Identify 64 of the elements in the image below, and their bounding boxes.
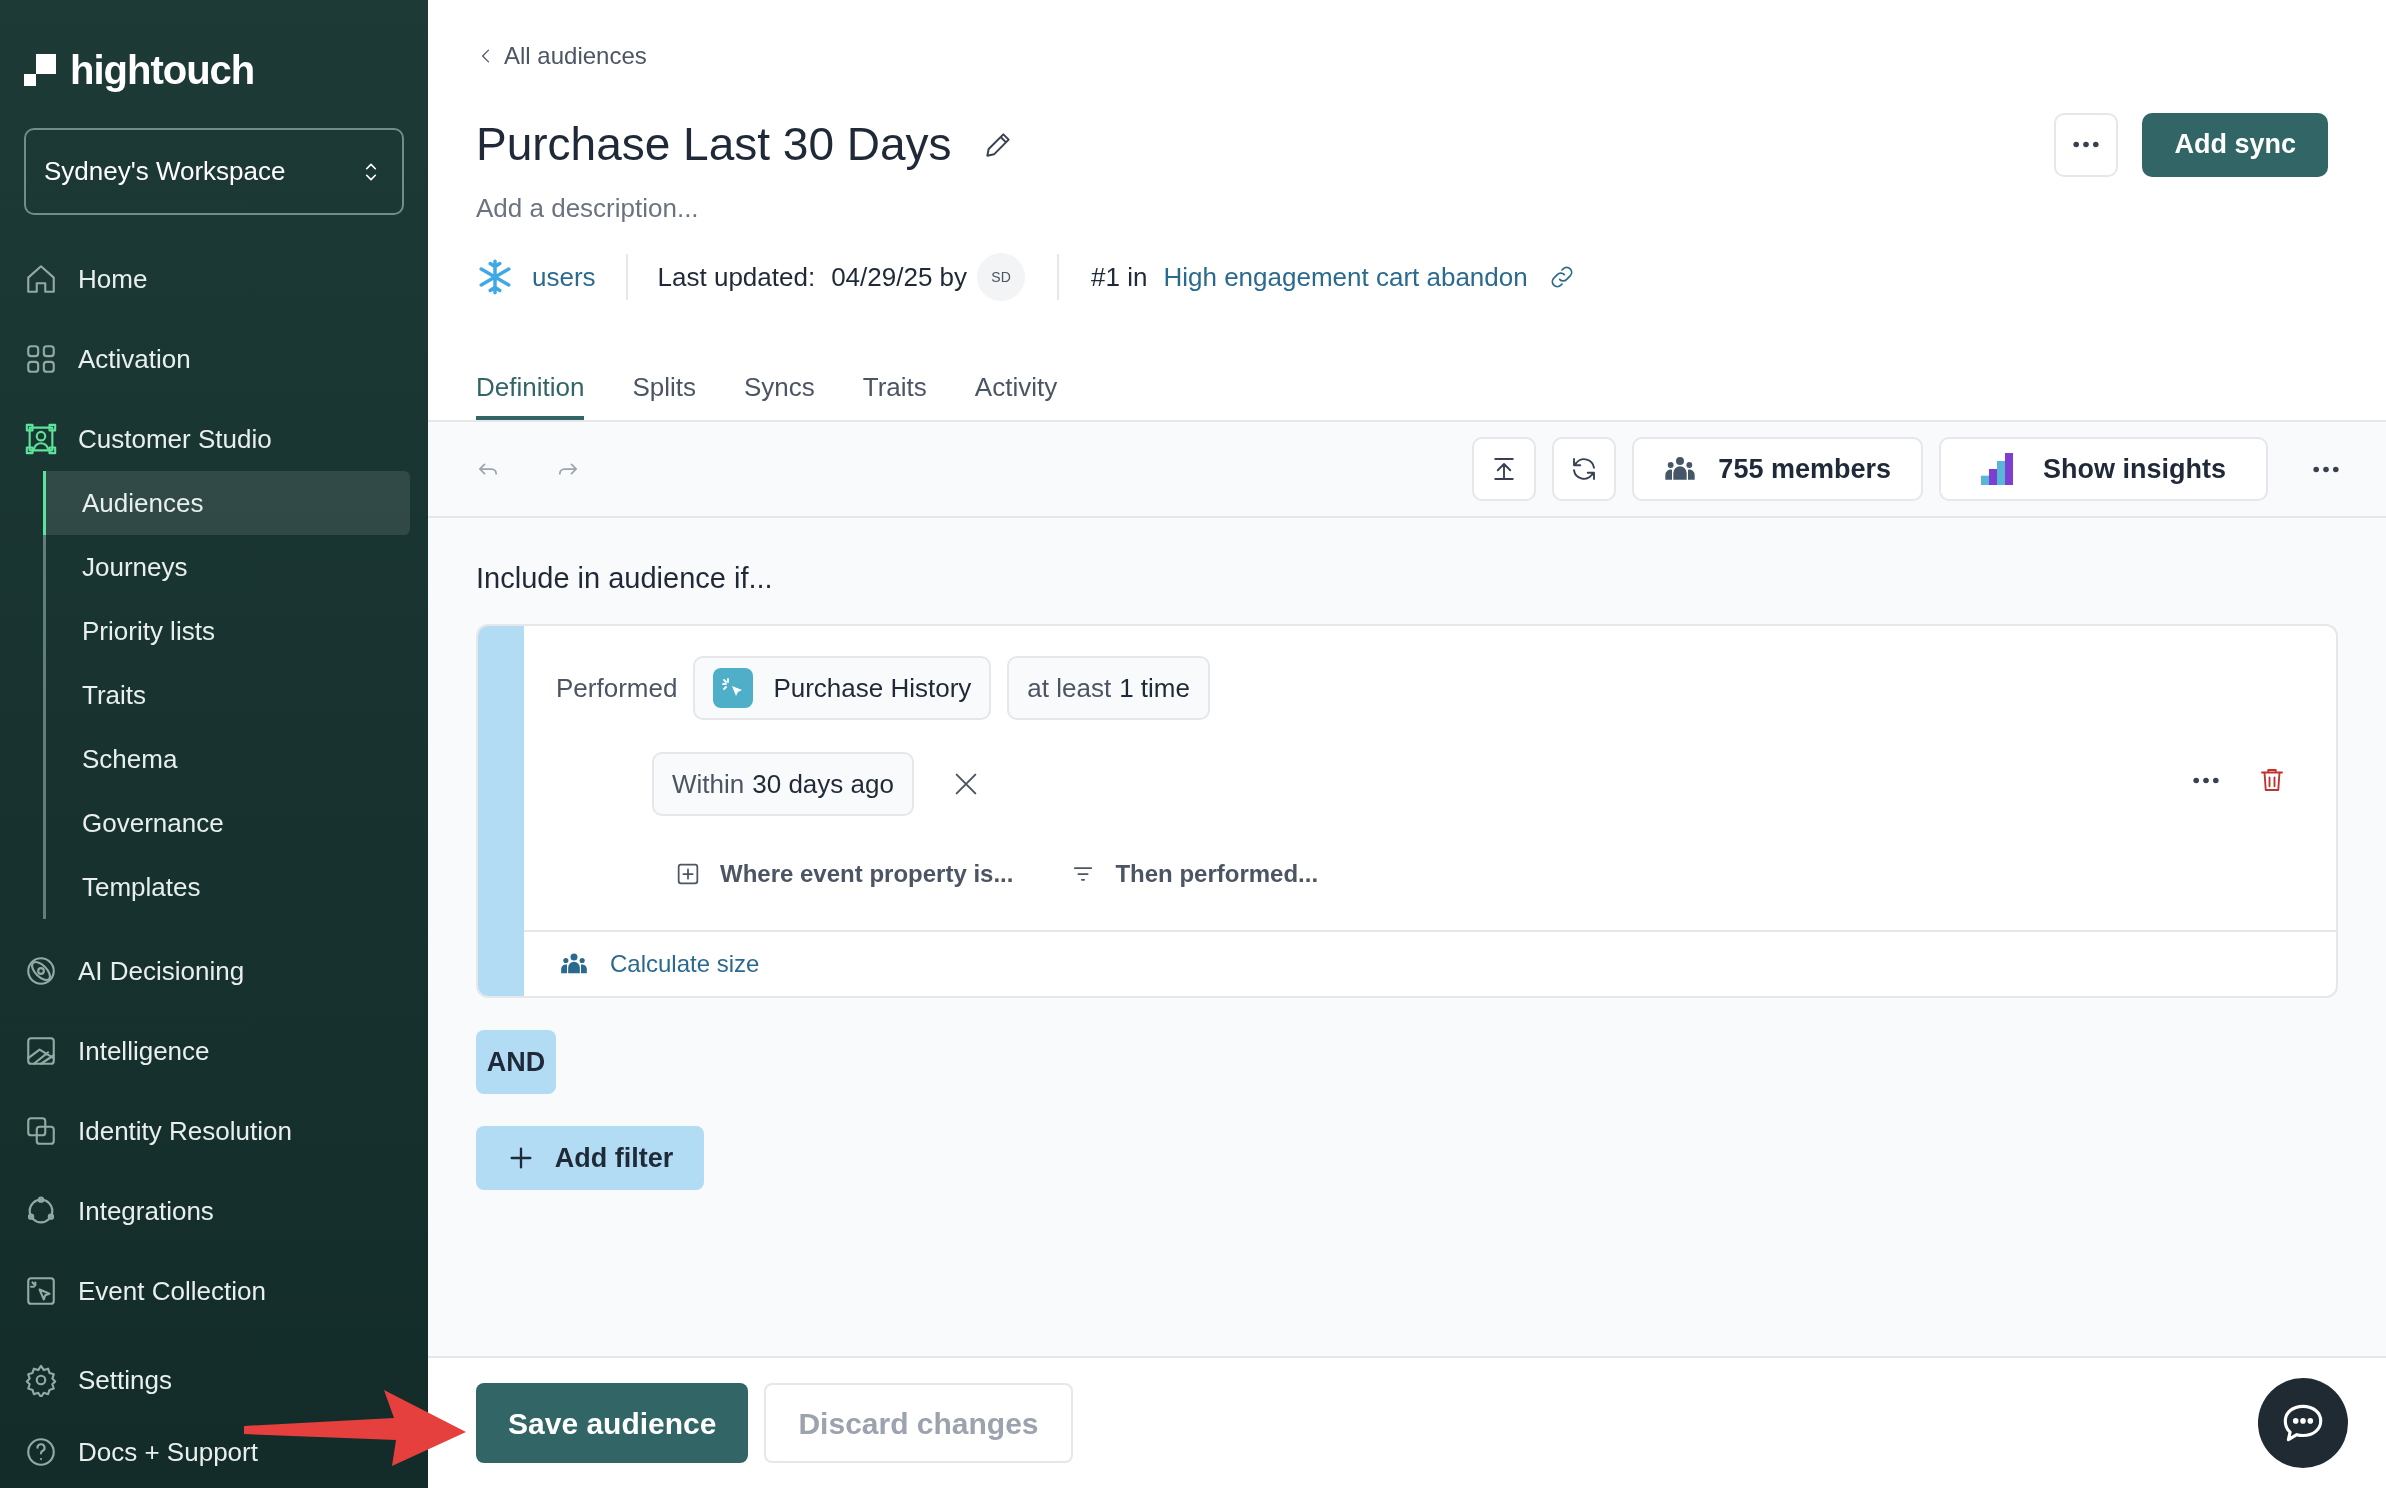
cursor-click-icon xyxy=(24,1274,58,1308)
refresh-button[interactable] xyxy=(1552,437,1617,501)
person-frame-icon xyxy=(24,422,58,456)
event-select[interactable]: Purchase History xyxy=(693,656,992,720)
snowflake-icon xyxy=(476,258,514,296)
nav-subitem[interactable]: Audiences xyxy=(43,471,410,535)
tab[interactable]: Syncs xyxy=(744,358,815,420)
nav-subitem[interactable]: Templates xyxy=(46,855,410,919)
workspace-selector[interactable]: Sydney's Workspace xyxy=(24,128,404,215)
description-field[interactable]: Add a description... xyxy=(476,189,2338,228)
nav-item[interactable]: Integrations xyxy=(12,1183,226,1239)
hatched-square-icon xyxy=(24,1034,58,1068)
logo-icon xyxy=(24,54,56,86)
last-updated-value: 04/29/25 by xyxy=(831,260,968,294)
more-icon xyxy=(2072,141,2101,148)
grid-icon xyxy=(24,342,58,376)
nav-item[interactable]: AI Decisioning xyxy=(12,943,257,999)
and-operator-button[interactable]: AND xyxy=(476,1030,556,1094)
more-icon xyxy=(2312,465,2340,473)
source-link[interactable]: users xyxy=(532,257,596,297)
nav-subitem[interactable]: Governance xyxy=(46,791,410,855)
members-button[interactable]: 755 members xyxy=(1632,437,1923,501)
help-icon xyxy=(24,1435,58,1469)
nav-item[interactable]: Intelligence xyxy=(12,1023,222,1079)
nav-item[interactable]: Event Collection xyxy=(12,1263,278,1319)
nav-item[interactable]: Identity Resolution xyxy=(12,1103,304,1159)
tab[interactable]: Activity xyxy=(974,358,1058,420)
nav-subitem[interactable]: Priority lists xyxy=(46,599,410,663)
frequency-select[interactable]: at least 1 time xyxy=(1007,656,1210,720)
more-icon xyxy=(2192,776,2220,784)
orbit-icon xyxy=(24,954,58,988)
add-filter-button[interactable]: Add filter xyxy=(476,1126,704,1190)
settings-icon xyxy=(24,1363,58,1397)
cursor-click-icon xyxy=(713,668,754,708)
priority-list-link[interactable]: High engagement cart abandon xyxy=(1163,257,1528,297)
export-button[interactable] xyxy=(1472,437,1537,501)
priority-label: #1 in xyxy=(1091,260,1148,294)
tab[interactable]: Splits xyxy=(632,358,696,420)
avatar: SD xyxy=(977,253,1026,301)
bar-chart-icon xyxy=(1981,453,2013,485)
nav-subitem[interactable]: Schema xyxy=(46,727,410,791)
nav-item[interactable]: Settings xyxy=(12,1352,184,1408)
section-heading: Include in audience if... xyxy=(476,561,774,597)
calculate-size-button[interactable]: Calculate size xyxy=(560,946,760,982)
logo-text: hightouch xyxy=(70,47,255,94)
add-sync-button[interactable]: Add sync xyxy=(2142,112,2328,177)
last-updated-label: Last updated: xyxy=(657,260,816,294)
condition-action[interactable]: Then performed... xyxy=(1069,856,1319,892)
nav-item[interactable]: Docs + Support xyxy=(12,1424,270,1480)
condition-action[interactable]: Where event property is... xyxy=(674,856,1014,892)
nav-item[interactable]: Customer Studio xyxy=(12,411,284,467)
condition-verb: Performed xyxy=(556,671,678,705)
home-icon xyxy=(24,262,58,296)
audience-title: Purchase Last 30 Days xyxy=(476,117,952,172)
tab[interactable]: Traits xyxy=(862,358,927,420)
nav-subitem[interactable]: Traits xyxy=(46,663,410,727)
time-window-select[interactable]: Within 30 days ago xyxy=(652,752,914,816)
save-audience-button[interactable]: Save audience xyxy=(476,1383,749,1463)
back-link[interactable]: All audiences xyxy=(476,36,2338,76)
show-insights-button[interactable]: Show insights xyxy=(1939,437,2268,501)
nav-subitem[interactable]: Journeys xyxy=(46,535,410,599)
nav-item[interactable]: Home xyxy=(12,251,160,307)
overlapping-squares-icon xyxy=(24,1114,58,1148)
nav-item[interactable]: Activation xyxy=(12,331,203,387)
